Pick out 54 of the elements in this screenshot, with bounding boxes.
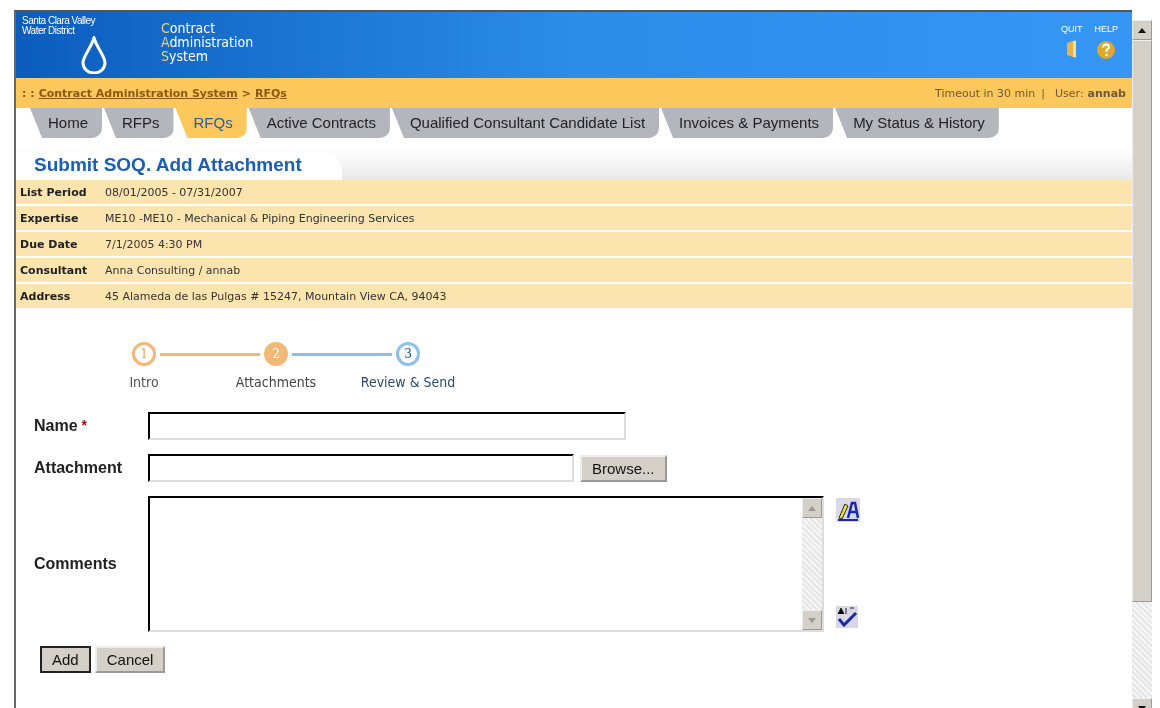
step-label: Attachments bbox=[235, 374, 317, 390]
detail-label: Due Date bbox=[19, 237, 79, 251]
nav-tab[interactable]: RFQs bbox=[175, 108, 247, 138]
divider-text: | bbox=[1041, 86, 1045, 100]
nav-tab[interactable]: Qualified Consultant Candidate List bbox=[391, 108, 660, 138]
comments-label: Comments bbox=[34, 555, 118, 573]
breadcrumb-prefix: : : bbox=[22, 86, 35, 100]
detail-label: Consultant bbox=[19, 263, 89, 277]
step-label: Intro bbox=[129, 374, 159, 390]
app-title: Administration bbox=[161, 35, 254, 49]
logo-text: Water District bbox=[22, 26, 75, 36]
attachment-label: Attachment bbox=[34, 459, 123, 477]
nav-tab[interactable]: Home bbox=[30, 108, 102, 138]
pencil-icon[interactable] bbox=[836, 498, 860, 522]
app-title: System bbox=[161, 49, 209, 63]
timeout-text: Timeout in 30 min bbox=[935, 86, 1036, 100]
step-label: Review & Send bbox=[360, 374, 456, 390]
logo-text: Santa Clara Valley bbox=[22, 16, 97, 26]
water-drop-icon bbox=[80, 36, 108, 74]
comments-field[interactable] bbox=[148, 496, 824, 632]
attachment-field[interactable] bbox=[148, 454, 574, 482]
detail-value: 7/1/2005 4:30 PM bbox=[105, 237, 203, 251]
scroll-thumb[interactable] bbox=[1132, 40, 1152, 602]
cancel-button[interactable]: Cancel bbox=[94, 646, 166, 673]
name-field[interactable] bbox=[148, 412, 626, 440]
breadcrumb-link[interactable]: RFQs bbox=[255, 86, 287, 100]
detail-value: Anna Consulting / annab bbox=[105, 263, 241, 277]
spellcheck-icon[interactable] bbox=[836, 606, 858, 628]
browse-button[interactable]: Browse... bbox=[580, 454, 667, 482]
detail-value: 08/01/2005 - 07/31/2007 bbox=[105, 185, 243, 199]
breadcrumb-link[interactable]: Contract Administration System bbox=[38, 86, 238, 100]
detail-label: List Period bbox=[19, 185, 88, 199]
detail-value: 45 Alameda de las Pulgas # 15247, Mountain View CA, 94043 bbox=[105, 289, 447, 303]
nav-tab[interactable]: My Status & History bbox=[835, 108, 999, 138]
name-label: Name * bbox=[34, 417, 89, 435]
step-circle: 2 bbox=[264, 342, 288, 366]
step-circle: 1 bbox=[132, 342, 156, 366]
page-title: Submit SOQ. Add Attachment bbox=[16, 152, 342, 180]
detail-label: Expertise bbox=[19, 211, 80, 225]
help-icon bbox=[1096, 40, 1117, 60]
breadcrumb-separator: > bbox=[241, 86, 251, 100]
door-icon bbox=[1065, 40, 1078, 58]
detail-value: ME10 -ME10 - Mechanical & Piping Engineering Services bbox=[105, 211, 415, 225]
step-circle: 3 bbox=[396, 342, 420, 366]
app-title: Contract bbox=[161, 21, 217, 35]
nav-tab[interactable]: Invoices & Payments bbox=[661, 108, 834, 138]
add-button[interactable]: Add bbox=[40, 646, 91, 673]
nav-tab[interactable]: RFPs bbox=[104, 108, 174, 138]
user-name: annab bbox=[1087, 86, 1126, 100]
nav-tab[interactable]: Active Contracts bbox=[248, 108, 390, 138]
user-label: User: bbox=[1055, 86, 1084, 100]
page-scrollbar[interactable] bbox=[1132, 20, 1152, 708]
scroll-up-icon[interactable] bbox=[1132, 20, 1152, 40]
detail-label: Address bbox=[19, 289, 72, 303]
